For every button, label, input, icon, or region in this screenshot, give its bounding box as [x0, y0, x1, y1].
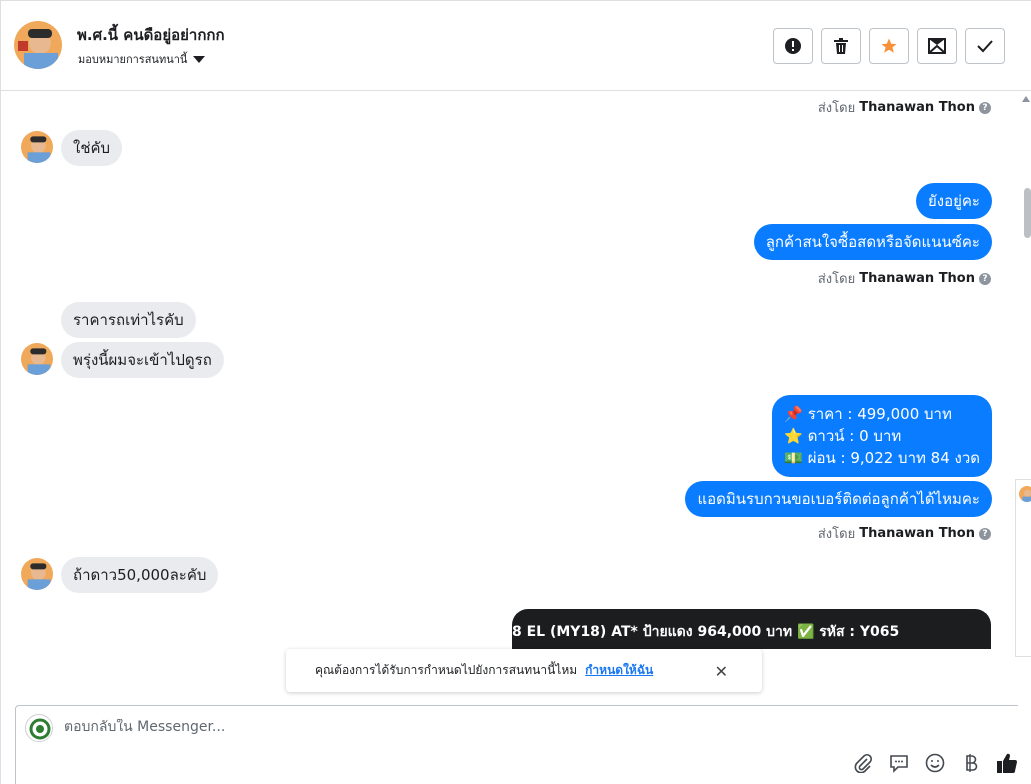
star-button[interactable] — [869, 28, 909, 64]
paperclip-icon — [854, 753, 873, 773]
sent-by-name: Thanawan Thon — [859, 526, 975, 541]
incoming-message[interactable]: พรุ่งนี้ผมจะเข้าไปดูรถ — [61, 342, 224, 378]
incoming-message[interactable]: ใช่คับ — [61, 130, 123, 166]
outgoing-message[interactable]: ยังอยู่คะ — [915, 183, 992, 219]
assign-to-me-link[interactable]: กำหนดให้ฉัน — [585, 661, 653, 680]
conversation-header: พ.ศ.นี้ คนดือยู่อย่ากกก มอบหมายการสนทนาน… — [1, 1, 1031, 91]
contact-avatar-small[interactable] — [21, 343, 53, 375]
sent-by-label: ส่งโดย — [817, 101, 856, 116]
page-avatar — [25, 714, 53, 742]
installment-line: 💵 ผ่อน : 9,022 บาท 84 งวด — [784, 449, 980, 467]
scroll-thumb[interactable] — [1024, 188, 1031, 238]
trash-icon — [834, 38, 848, 54]
scroll-up-arrow-icon[interactable] — [1022, 96, 1030, 102]
mark-done-button[interactable] — [965, 28, 1005, 64]
sent-by-info: ส่งโดย Thanawan Thon ? — [818, 268, 991, 289]
sent-by-name: Thanawan Thon — [859, 271, 975, 286]
baht-icon — [966, 754, 978, 772]
contact-avatar-small — [1019, 486, 1031, 502]
caret-down-icon — [193, 55, 206, 63]
reply-input[interactable] — [64, 719, 664, 735]
sent-by-info: ส่งโดย Thanawan Thon ? — [818, 97, 991, 118]
incoming-message[interactable]: ถ้าดาว50,000ละคับ — [61, 557, 219, 593]
assign-conversation-dropdown[interactable]: มอบหมายการสนทนานี้ — [78, 50, 206, 68]
reply-composer — [15, 705, 1018, 784]
exclamation-circle-icon — [785, 38, 801, 54]
payment-button[interactable] — [960, 752, 982, 774]
image-caption: 8 EL (MY18) AT* ป้ายแดง 964,000 บาท ✅ รห… — [512, 624, 900, 640]
saved-replies-button[interactable] — [888, 752, 910, 774]
assign-label: มอบหมายการสนทนานี้ — [78, 53, 188, 66]
down-payment-line: ⭐ ดาวน์ : 0 บาท — [784, 427, 902, 445]
star-icon — [881, 38, 897, 53]
sent-by-label: ส่งโดย — [817, 527, 856, 542]
help-icon[interactable]: ? — [979, 527, 991, 540]
check-icon — [977, 40, 993, 53]
mark-unread-button[interactable] — [917, 28, 957, 64]
envelope-icon — [928, 38, 946, 54]
price-line: 📌 ราคา : 499,000 บาท — [784, 405, 952, 423]
chat-bubble-icon — [890, 755, 908, 773]
help-icon[interactable]: ? — [979, 101, 991, 114]
emoji-button[interactable] — [924, 752, 946, 774]
image-message[interactable]: 8 EL (MY18) AT* ป้ายแดง 964,000 บาท ✅ รห… — [512, 609, 991, 649]
sent-by-name: Thanawan Thon — [859, 100, 975, 115]
close-icon[interactable]: ✕ — [715, 662, 728, 681]
toast-text: คุณต้องการได้รับการกำหนดไปยังการสนทนานี้… — [315, 663, 578, 677]
contact-avatar-small[interactable] — [21, 558, 53, 590]
outgoing-message[interactable]: แอดมินรบกวนขอเบอร์ติดต่อลูกค้าได้ไหมคะ — [685, 481, 992, 517]
contact-name[interactable]: พ.ศ.นี้ คนดือยู่อย่ากกก — [77, 23, 225, 47]
outgoing-price-message[interactable]: 📌 ราคา : 499,000 บาท ⭐ ดาวน์ : 0 บาท 💵 ผ… — [772, 395, 992, 477]
composer-tools — [852, 752, 1018, 774]
conversation-actions — [773, 28, 1005, 64]
outgoing-message[interactable]: ลูกค้าสนใจซื้อสดหรือจัดแนนซ์คะ — [753, 224, 992, 260]
incoming-message[interactable]: ราคารถเท่าไรคับ — [61, 302, 196, 338]
sent-by-label: ส่งโดย — [817, 272, 856, 287]
delete-button[interactable] — [821, 28, 861, 64]
like-button[interactable] — [996, 752, 1018, 774]
report-button[interactable] — [773, 28, 813, 64]
sent-by-info: ส่งโดย Thanawan Thon ? — [818, 523, 991, 544]
messenger-inbox: พ.ศ.นี้ คนดือยู่อย่ากกก มอบหมายการสนทนาน… — [0, 0, 1031, 784]
contact-avatar-small[interactable] — [21, 131, 53, 163]
smiley-icon — [925, 753, 945, 773]
assign-prompt-toast: คุณต้องการได้รับการกำหนดไปยังการสนทนานี้… — [286, 649, 762, 692]
attach-button[interactable] — [852, 752, 874, 774]
thumbs-up-icon — [997, 753, 1017, 773]
side-panel-edge[interactable] — [1015, 479, 1031, 657]
contact-avatar[interactable] — [14, 21, 62, 69]
help-icon[interactable]: ? — [979, 272, 991, 285]
message-thread[interactable]: ส่งโดย Thanawan Thon ? ใช่คับ ยังอยู่คะ … — [1, 92, 1015, 704]
